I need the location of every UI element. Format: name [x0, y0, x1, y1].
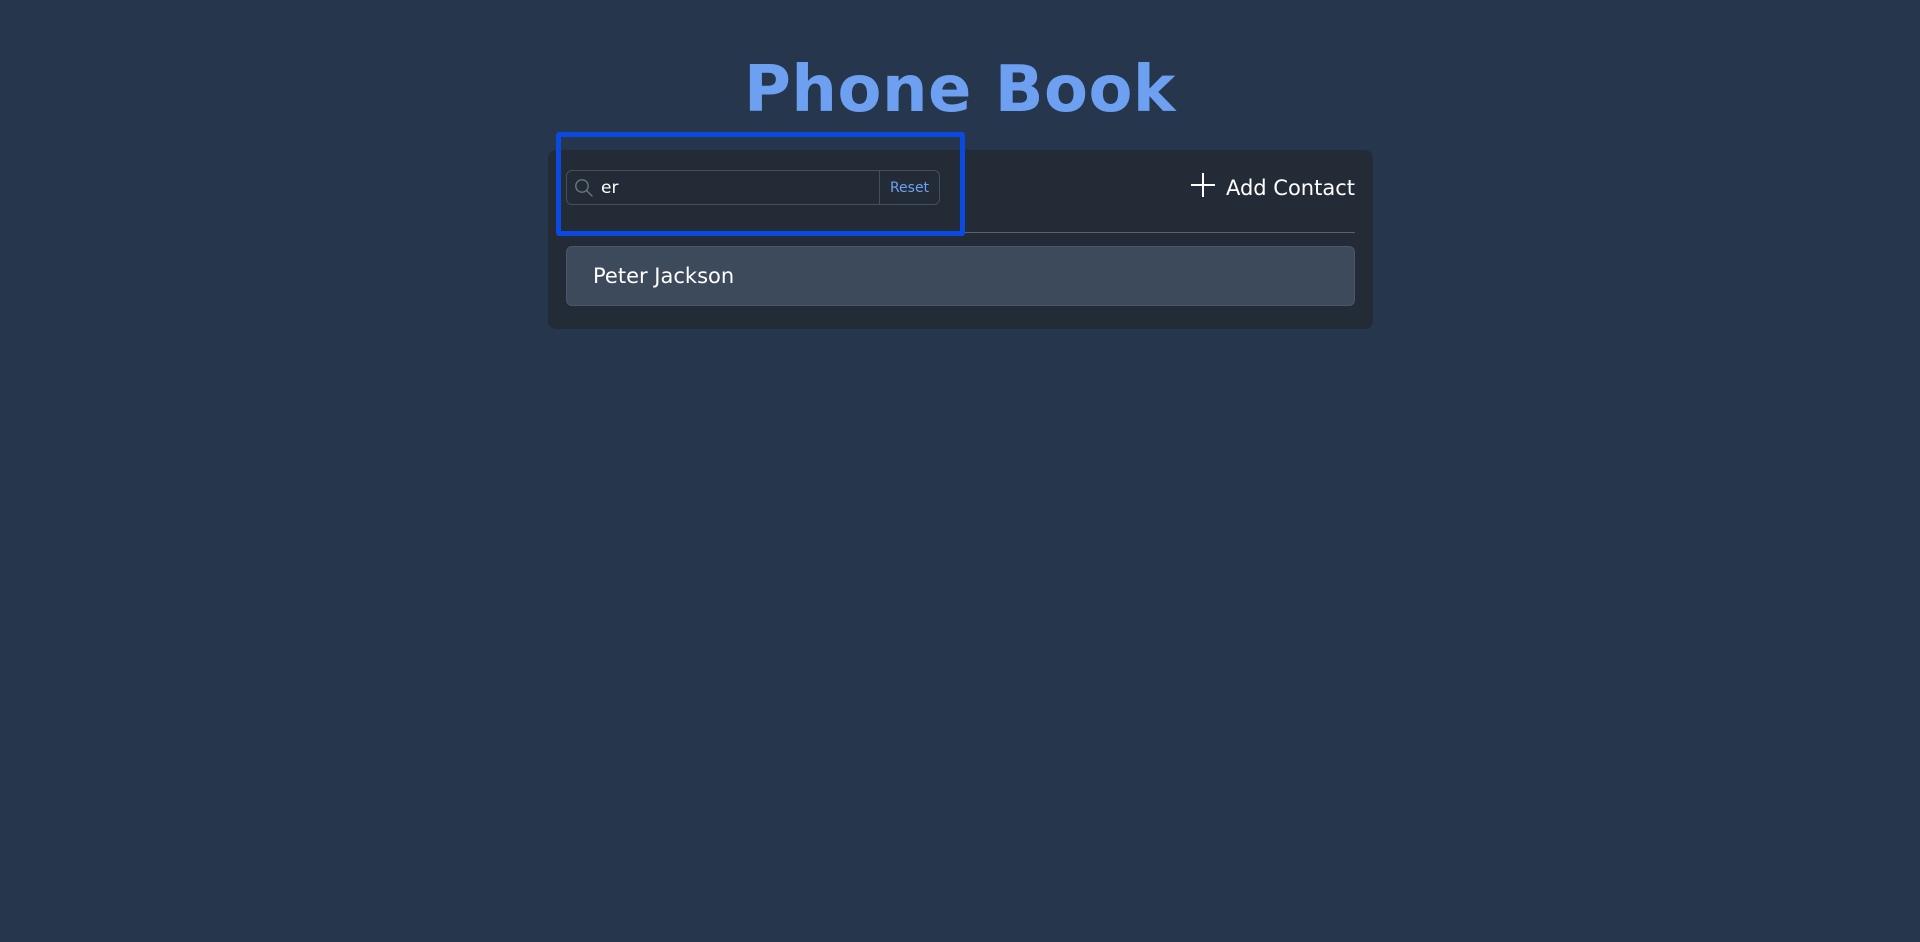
- list-item[interactable]: Peter Jackson: [566, 246, 1355, 306]
- contact-name: Peter Jackson: [593, 264, 735, 288]
- contact-list: Peter Jackson: [566, 246, 1355, 306]
- search-group: Reset: [566, 170, 940, 205]
- page-title: Phone Book: [744, 53, 1176, 127]
- add-contact-label: Add Contact: [1225, 175, 1355, 200]
- search-icon: [567, 171, 601, 204]
- phone-book-card: Reset Add Contact Peter Jackson: [548, 150, 1373, 329]
- reset-button[interactable]: Reset: [879, 171, 939, 204]
- plus-icon: [1190, 172, 1216, 203]
- add-contact-button[interactable]: Add Contact: [1190, 170, 1355, 205]
- search-input[interactable]: [601, 171, 879, 204]
- toolbar: Reset Add Contact: [566, 170, 1355, 222]
- divider: [566, 232, 1355, 233]
